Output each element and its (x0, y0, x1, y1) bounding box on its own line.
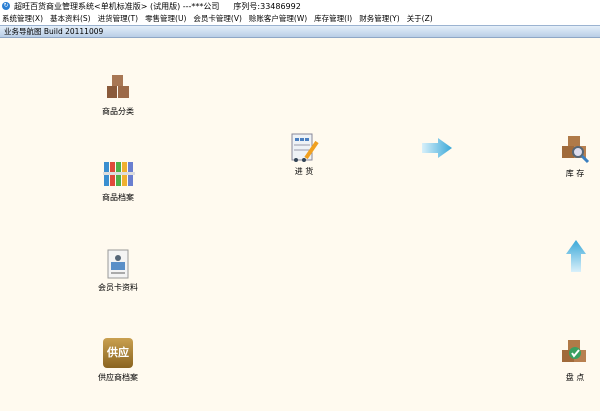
nav-header: 业务导航图 Build 20111009 (0, 25, 600, 38)
purchase-form-icon (289, 132, 319, 162)
node-member-card[interactable]: 会员卡资料 (88, 248, 148, 293)
boxes-icon (103, 72, 133, 102)
node-stock[interactable]: 库 存 (545, 134, 600, 179)
title-bar: ↻ 超旺百货商业管理系统<单机标准版> (试用版) ---***公司 序列号:3… (0, 0, 600, 12)
menu-basic-data[interactable]: 基本资料(S) (50, 13, 91, 24)
stock-search-icon (560, 134, 590, 164)
node-category[interactable]: 商品分类 (88, 72, 148, 117)
member-card-icon (103, 248, 133, 279)
window-title: 超旺百货商业管理系统<单机标准版> (试用版) ---***公司 (14, 1, 220, 11)
menu-bar: 系统管理(X) 基本资料(S) 进货管理(T) 零售管理(U) 会员卡管理(V)… (0, 12, 600, 24)
node-supplier[interactable]: 供应 供应商档案 (88, 338, 148, 383)
supplier-icon: 供应 (103, 338, 133, 368)
node-inventory-check[interactable]: 盘 点 (545, 338, 600, 383)
menu-about[interactable]: 关于(Z) (407, 13, 433, 24)
menu-system[interactable]: 系统管理(X) (2, 13, 43, 24)
serial-number: 序列号:33486992 (233, 1, 301, 11)
menu-finance[interactable]: 财务管理(Y) (359, 13, 399, 24)
navigation-canvas: 商品分类 商品档案 会员卡资料 供应 供应商档案 进 货 库 存 盘 点 (0, 38, 600, 411)
menu-retail[interactable]: 零售管理(U) (145, 13, 186, 24)
menu-purchase[interactable]: 进货管理(T) (98, 13, 138, 24)
app-icon: ↻ (2, 2, 10, 10)
menu-credit-customer[interactable]: 赊账客户管理(W) (249, 13, 307, 24)
arrow-up-icon (566, 240, 586, 272)
menu-member-card[interactable]: 会员卡管理(V) (193, 13, 241, 24)
menu-inventory[interactable]: 库存管理(I) (314, 13, 352, 24)
node-product-archive[interactable]: 商品档案 (88, 158, 148, 203)
node-purchase[interactable]: 进 货 (274, 132, 334, 177)
inventory-check-icon (560, 338, 590, 368)
binders-icon (103, 158, 135, 188)
arrow-right-icon (422, 138, 452, 158)
